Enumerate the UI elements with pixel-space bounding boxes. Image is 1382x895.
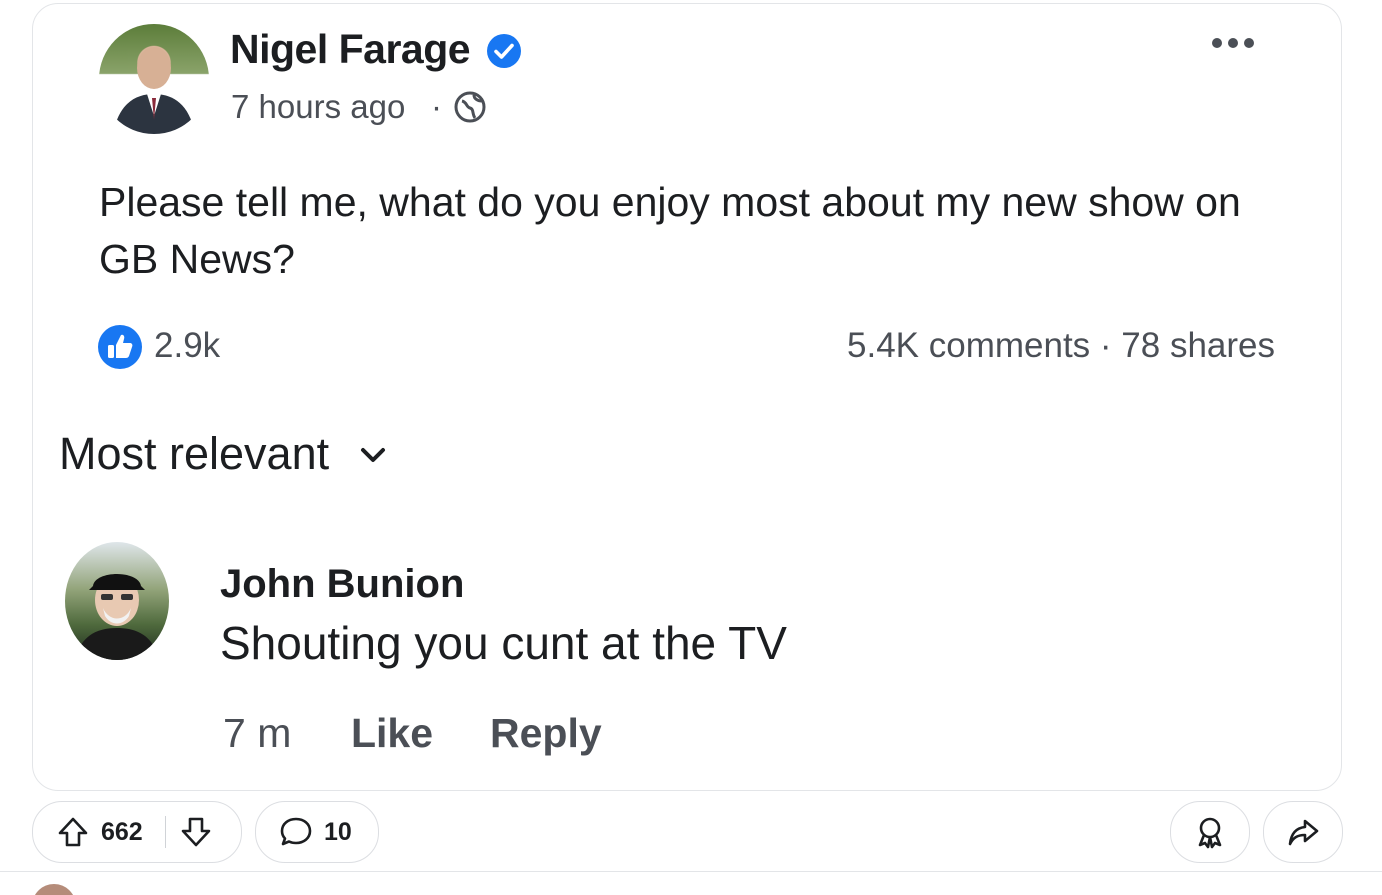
comments-button[interactable]: 10: [255, 801, 379, 863]
award-icon: [1198, 817, 1222, 849]
share-arrow-icon: [1288, 819, 1319, 846]
comment-bubble-icon: [280, 817, 312, 846]
section-divider: [0, 871, 1382, 872]
user-avatar[interactable]: [32, 884, 76, 895]
vote-divider: [164, 816, 166, 848]
award-button[interactable]: [1170, 801, 1250, 863]
chevron-down-icon[interactable]: [358, 444, 388, 466]
comment-reply-button[interactable]: Reply: [490, 710, 602, 757]
post-body-text: Please tell me, what do you enjoy most a…: [99, 179, 1241, 282]
downvote-arrow-icon[interactable]: [178, 814, 214, 850]
engagement-stats[interactable]: 5.4K comments · 78 shares: [847, 326, 1275, 366]
like-count[interactable]: 2.9k: [154, 326, 220, 366]
commenter-avatar[interactable]: [65, 542, 169, 660]
meta-separator: ·: [431, 88, 442, 125]
comment-like-button[interactable]: Like: [351, 710, 433, 757]
post-timestamp[interactable]: 7 hours ago: [231, 88, 405, 126]
upvote-arrow-icon[interactable]: [55, 814, 91, 850]
poster-name[interactable]: Nigel Farage: [230, 26, 471, 73]
thumbs-up-icon[interactable]: [97, 324, 143, 370]
commenter-name[interactable]: John Bunion: [220, 562, 464, 607]
sort-label: Most relevant: [59, 428, 330, 479]
facebook-post-screenshot: Nigel Farage 7 hours ago · Please tell m…: [32, 3, 1342, 791]
vote-count: 662: [101, 817, 143, 846]
comment-text: Shouting you cunt at the TV: [220, 617, 787, 669]
poster-avatar[interactable]: [99, 24, 209, 134]
verified-badge-icon: [487, 34, 521, 68]
vote-control: 662: [32, 801, 242, 863]
comment-count: 10: [324, 817, 352, 846]
globe-icon: [454, 91, 486, 123]
share-button[interactable]: [1263, 801, 1343, 863]
more-options-icon[interactable]: [1208, 32, 1258, 54]
comment-time: 7 m: [223, 710, 292, 756]
